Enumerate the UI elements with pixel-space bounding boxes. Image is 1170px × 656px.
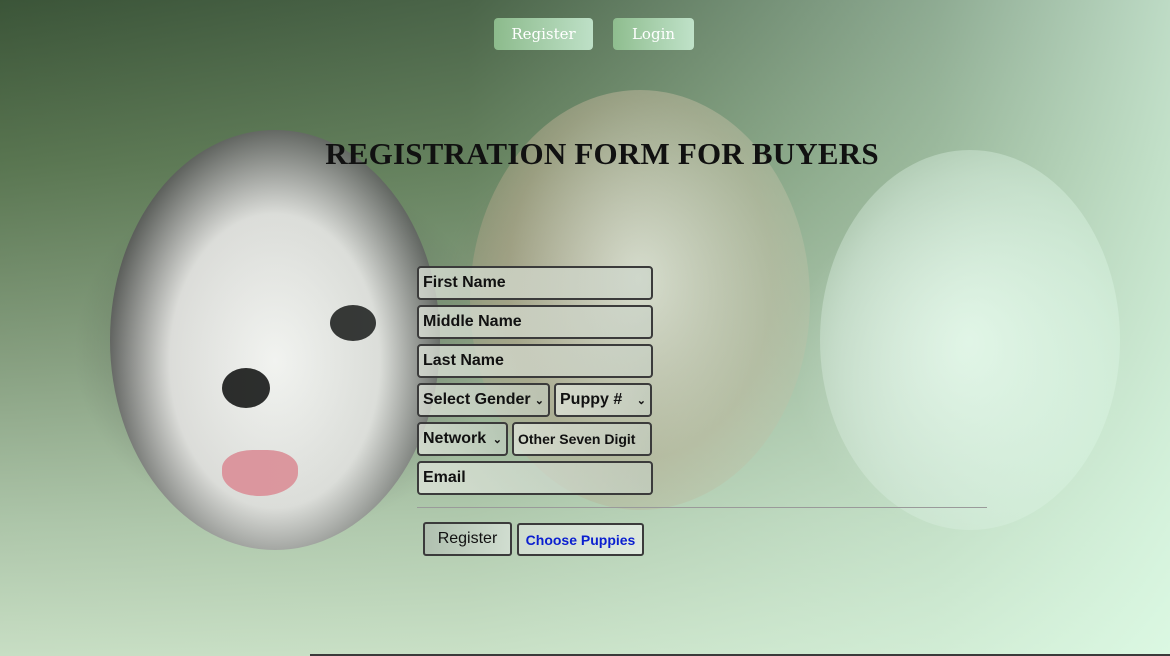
gender-select-value: Select Gender (423, 391, 531, 408)
middle-name-placeholder: Middle Name (423, 313, 522, 330)
network-select-value: Network (423, 430, 487, 447)
nav-register-button[interactable]: Register (494, 18, 593, 50)
nav-login-button[interactable]: Login (613, 18, 694, 50)
register-submit-button[interactable]: Register (423, 522, 512, 556)
last-name-placeholder: Last Name (423, 352, 504, 369)
chevron-down-icon: ⌄ (492, 433, 502, 446)
puppy-number-select[interactable]: Puppy # ⌄ (554, 383, 652, 417)
seven-digit-placeholder: Other Seven Digit (518, 431, 636, 447)
gender-select[interactable]: Select Gender ⌄ (417, 383, 550, 417)
form-divider (417, 507, 987, 508)
middle-name-field[interactable]: Middle Name (417, 305, 653, 339)
first-name-field[interactable]: First Name (417, 266, 653, 300)
chevron-down-icon: ⌄ (534, 394, 544, 407)
top-nav: Register Login (494, 18, 694, 50)
choose-puppies-link[interactable]: Choose Puppies (517, 523, 644, 556)
first-name-placeholder: First Name (423, 274, 506, 291)
puppy-select-value: Puppy # (560, 391, 623, 408)
chevron-down-icon: ⌄ (636, 394, 646, 407)
seven-digit-field[interactable]: Other Seven Digit (512, 422, 652, 456)
email-placeholder: Email (423, 469, 466, 486)
email-field[interactable]: Email (417, 461, 653, 495)
page-title: REGISTRATION FORM FOR BUYERS (325, 136, 879, 171)
network-select[interactable]: Network ⌄ (417, 422, 508, 456)
last-name-field[interactable]: Last Name (417, 344, 653, 378)
